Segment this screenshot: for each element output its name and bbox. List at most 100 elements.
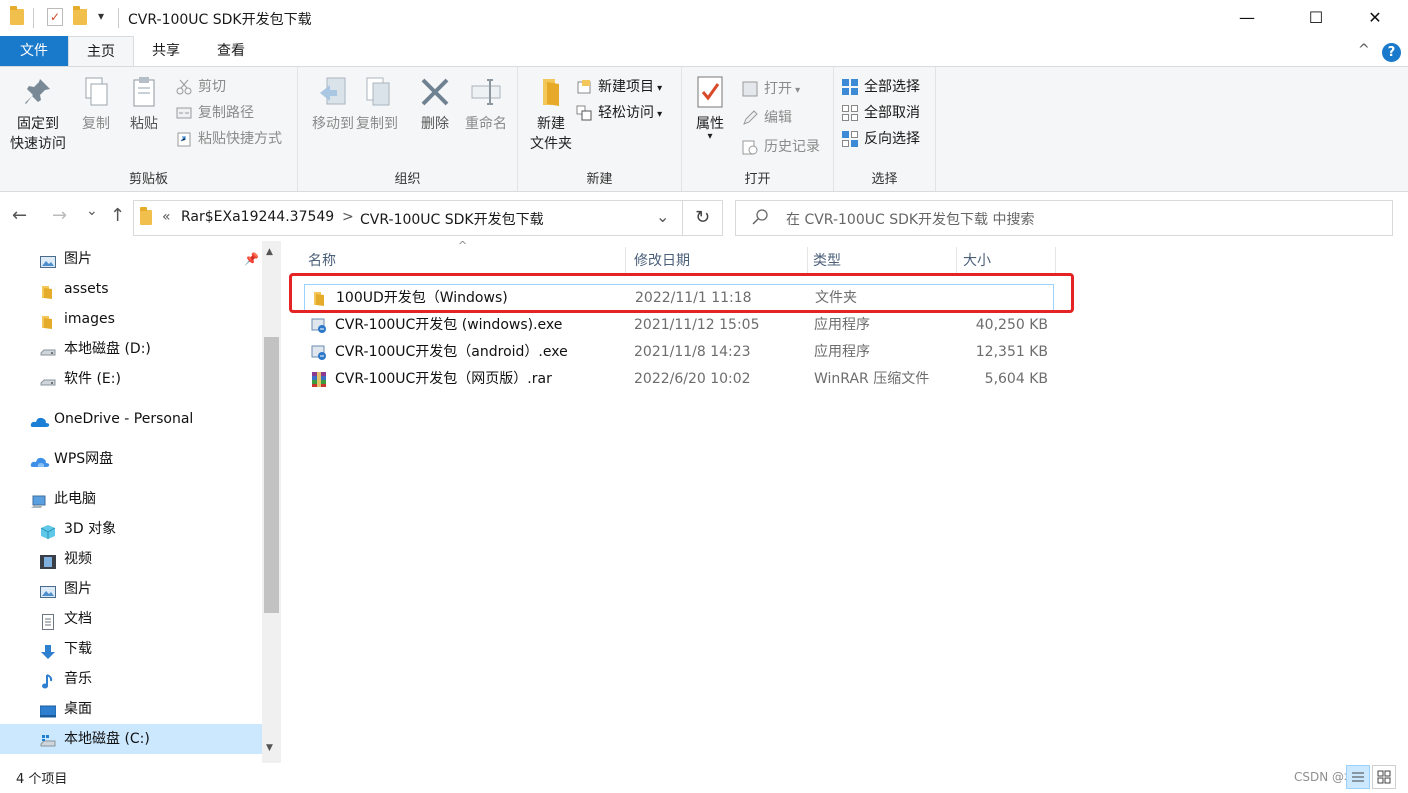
column-header-type[interactable]: 类型: [809, 247, 957, 275]
rename-icon: [470, 75, 502, 109]
pin-icon[interactable]: 📌: [244, 244, 259, 274]
rename-button[interactable]: 重命名: [458, 73, 514, 133]
open-button[interactable]: 打开 ▾: [742, 78, 800, 100]
delete-button[interactable]: 删除: [412, 73, 458, 133]
address-dropdown-button[interactable]: ⌄: [656, 207, 669, 226]
easy-access-button[interactable]: 轻松访问 ▾: [576, 102, 662, 124]
breadcrumb-item-current[interactable]: CVR-100UC SDK开发包下载: [360, 209, 544, 229]
file-size: 5,604 KB: [984, 371, 1048, 387]
tab-file[interactable]: 文件: [0, 36, 68, 66]
select-none-button[interactable]: 全部取消: [842, 102, 920, 124]
paste-button[interactable]: 粘贴: [122, 73, 166, 133]
drive-icon: [40, 341, 56, 357]
installer-icon: [311, 317, 327, 334]
properties-label: 属性: [696, 116, 724, 132]
maximize-button[interactable]: ☐: [1293, 0, 1339, 36]
file-list: ^ 名称 修改日期 类型 大小 100UD开发包（Windows) 2022/1…: [282, 239, 1408, 763]
copy-to-icon: [361, 75, 393, 109]
history-button[interactable]: 历史记录: [742, 136, 820, 158]
help-button[interactable]: ?: [1382, 43, 1401, 62]
minimize-button[interactable]: —: [1224, 0, 1270, 36]
properties-button[interactable]: 属性 ▾: [686, 73, 734, 142]
close-button[interactable]: ✕: [1352, 0, 1398, 36]
column-header-date[interactable]: 修改日期: [630, 247, 808, 275]
tab-home[interactable]: 主页: [68, 36, 134, 67]
select-all-button[interactable]: 全部选择: [842, 76, 920, 98]
new-item-icon: [576, 79, 592, 95]
up-button[interactable]: ↑: [110, 205, 125, 226]
drive-icon: [40, 371, 56, 387]
refresh-button[interactable]: ↻: [683, 200, 723, 236]
new-folder-button[interactable]: 新建 文件夹: [522, 73, 580, 153]
copy-to-button[interactable]: 复制到: [350, 73, 404, 133]
sidebar-item-drive-c[interactable]: 本地磁盘 (C:): [0, 724, 262, 754]
new-item-button[interactable]: 新建项目 ▾: [576, 76, 662, 98]
recent-locations-button[interactable]: ⌄: [86, 203, 98, 219]
paste-shortcut-button[interactable]: 粘贴快捷方式: [176, 128, 282, 150]
breadcrumb-overflow[interactable]: «: [162, 209, 171, 225]
sidebar-scrollbar[interactable]: ▲ ▼: [262, 241, 281, 763]
column-header-name[interactable]: 名称: [304, 247, 626, 275]
properties-qat-icon[interactable]: ✓: [47, 8, 63, 26]
window-title: CVR-100UC SDK开发包下载: [128, 12, 312, 28]
breadcrumb-separator[interactable]: >: [342, 209, 354, 225]
ribbon: 固定到 快速访问 复制 粘贴 剪切 复制路径 粘贴快捷方式 剪贴板 移动到 复制…: [0, 66, 1408, 192]
organize-group-label: 组织: [394, 172, 421, 187]
invert-selection-button[interactable]: 反向选择: [842, 128, 920, 150]
file-date: 2021/11/12 15:05: [634, 317, 760, 333]
new-group-label: 新建: [586, 172, 613, 187]
qat-dropdown[interactable]: ▾: [98, 9, 104, 23]
scroll-down-arrow-icon[interactable]: ▼: [266, 743, 273, 753]
edit-button[interactable]: 编辑: [742, 107, 792, 129]
copy-path-button[interactable]: 复制路径: [176, 102, 254, 124]
search-box[interactable]: 在 CVR-100UC SDK开发包下载 中搜索: [735, 200, 1393, 236]
large-icons-view-button[interactable]: [1372, 765, 1396, 789]
folder-icon: [40, 311, 56, 329]
breadcrumb-item[interactable]: Rar$EXa19244.37549: [181, 209, 334, 225]
file-name: CVR-100UC开发包（android）.exe: [335, 344, 568, 360]
column-header-size[interactable]: 大小: [959, 247, 1056, 275]
delete-label: 删除: [421, 116, 449, 132]
divider: [33, 8, 34, 28]
pin-quick-access-button[interactable]: 固定到 快速访问: [6, 73, 70, 153]
sidebar-item-label: assets: [64, 281, 109, 297]
new-folder-qat-icon[interactable]: [73, 6, 87, 25]
chevron-down-icon: ▾: [654, 83, 663, 94]
scrollbar-thumb[interactable]: [264, 337, 279, 613]
file-row[interactable]: CVR-100UC开发包 (windows).exe 2021/11/12 15…: [304, 312, 1054, 339]
collapse-ribbon-button[interactable]: ^: [1358, 42, 1370, 58]
sidebar-item-pictures-pinned[interactable]: 图片 📌: [40, 244, 260, 274]
file-row[interactable]: CVR-100UC开发包（网页版）.rar 2022/6/20 10:02 Wi…: [304, 366, 1054, 393]
clipboard-group: 固定到 快速访问 复制 粘贴 剪切 复制路径 粘贴快捷方式 剪贴板: [0, 67, 298, 191]
details-view-button[interactable]: [1346, 765, 1370, 789]
sidebar-item-label: 本地磁盘 (D:): [64, 341, 151, 357]
edit-label: 编辑: [764, 110, 792, 126]
cut-button[interactable]: 剪切: [176, 76, 226, 98]
file-row[interactable]: CVR-100UC开发包（android）.exe 2021/11/8 14:2…: [304, 339, 1054, 366]
sidebar-item-label: 3D 对象: [64, 521, 117, 537]
move-to-icon: [317, 75, 349, 109]
copy-button[interactable]: 复制: [74, 73, 118, 133]
select-group-label: 选择: [871, 172, 898, 187]
back-button[interactable]: ←: [12, 205, 27, 226]
scroll-up-arrow-icon[interactable]: ▲: [266, 247, 273, 257]
delete-x-icon: [419, 75, 451, 109]
address-bar[interactable]: « Rar$EXa19244.37549 > CVR-100UC SDK开发包下…: [133, 200, 683, 236]
new-group: 新建 文件夹 新建项目 ▾ 轻松访问 ▾ 新建: [518, 67, 682, 191]
file-type: 应用程序: [814, 344, 870, 360]
sidebar-item-label: 视频: [64, 551, 92, 567]
paste-shortcut-icon: [176, 131, 192, 147]
forward-button[interactable]: →: [52, 205, 67, 226]
tab-view[interactable]: 查看: [198, 36, 264, 66]
copy-path-label: 复制路径: [198, 105, 254, 121]
copy-icon: [80, 75, 112, 109]
file-date: 2021/11/8 14:23: [634, 344, 751, 360]
sidebar-item-label: images: [64, 311, 115, 327]
pictures-icon: [40, 581, 56, 598]
open-icon: [742, 81, 758, 97]
desktop-icon: [39, 701, 57, 718]
tab-share[interactable]: 共享: [134, 36, 198, 66]
navigation-bar: ← → ⌄ ↑ « Rar$EXa19244.37549 > CVR-100UC…: [0, 193, 1408, 241]
easy-access-label: 轻松访问: [598, 105, 654, 121]
pin-label-line1: 固定到: [17, 116, 59, 132]
